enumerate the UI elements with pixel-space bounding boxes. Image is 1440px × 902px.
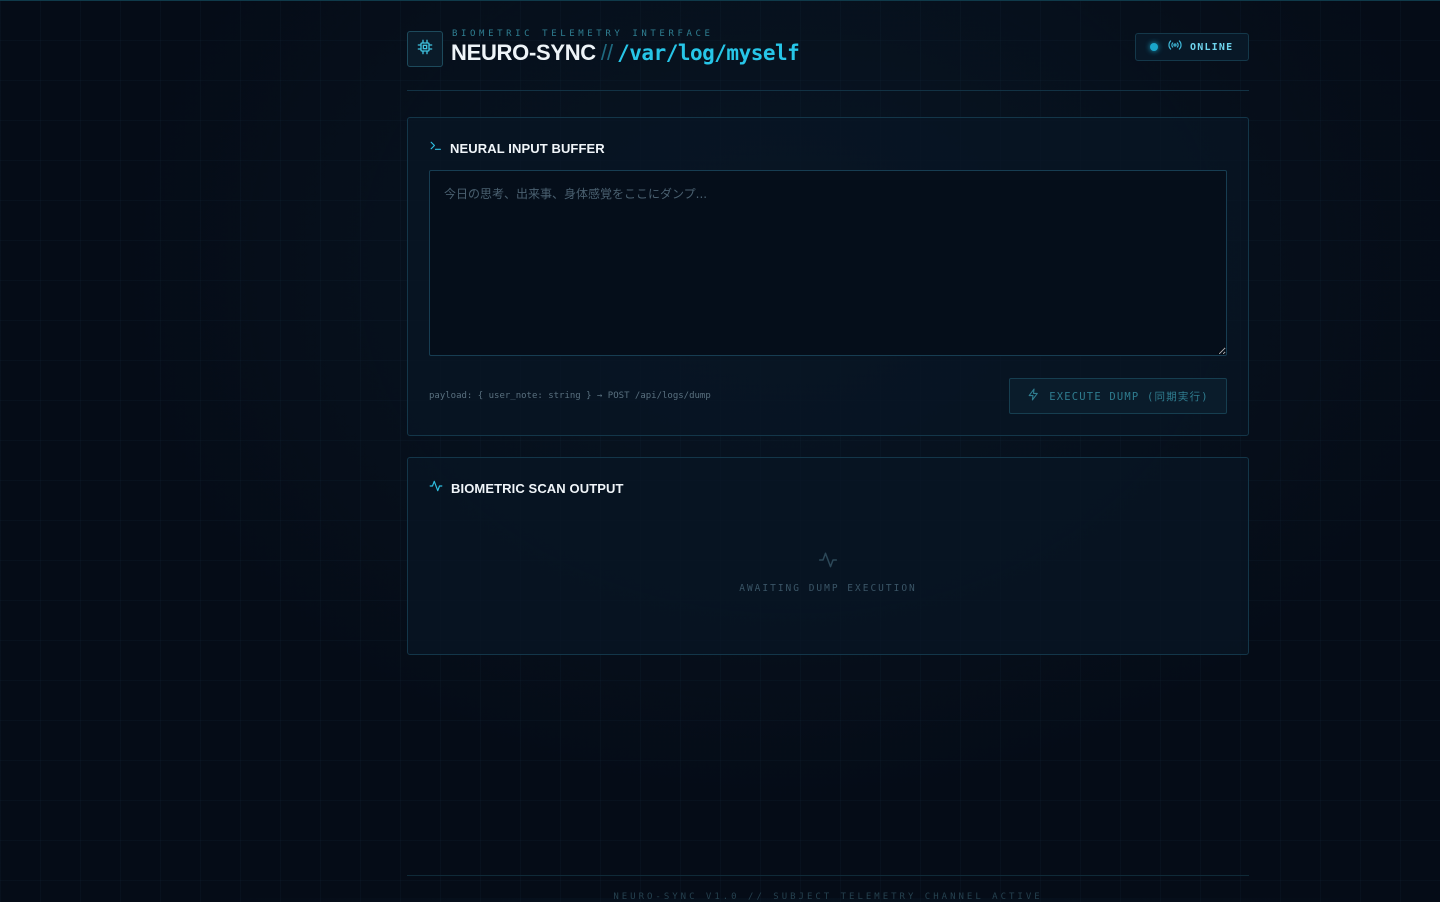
execute-dump-button[interactable]: EXECUTE DUMP (同期実行) bbox=[1009, 378, 1227, 414]
panel-title: NEURAL INPUT BUFFER bbox=[450, 140, 605, 156]
payload-hint: payload: { user_note: string } → POST /a… bbox=[429, 391, 711, 401]
app-title: NEURO-SYNC bbox=[451, 40, 596, 65]
radio-broadcast-icon bbox=[1168, 38, 1182, 56]
page-title: NEURO-SYNC // /var/log/myself bbox=[451, 40, 800, 66]
main-container: BIOMETRIC TELEMETRY INTERFACE NEURO-SYNC… bbox=[407, 0, 1249, 902]
footer-text: NEURO-SYNC V1.0 // SUBJECT TELEMETRY CHA… bbox=[613, 892, 1043, 902]
status-badge: ONLINE bbox=[1135, 33, 1249, 61]
status-label: ONLINE bbox=[1190, 41, 1234, 53]
empty-state-text: AWAITING DUMP EXECUTION bbox=[739, 583, 917, 594]
panel-header: NEURAL INPUT BUFFER bbox=[429, 139, 605, 157]
neural-input-panel: NEURAL INPUT BUFFER payload: { user_note… bbox=[407, 117, 1249, 436]
title-separator: // bbox=[600, 40, 614, 65]
status-indicator-dot bbox=[1150, 43, 1158, 51]
panel-title: BIOMETRIC SCAN OUTPUT bbox=[451, 481, 624, 496]
cpu-chip-icon bbox=[417, 39, 433, 60]
terminal-prompt-icon bbox=[429, 139, 442, 157]
page-footer: NEURO-SYNC V1.0 // SUBJECT TELEMETRY CHA… bbox=[407, 875, 1249, 902]
header-eyebrow: BIOMETRIC TELEMETRY INTERFACE bbox=[452, 29, 714, 39]
activity-pulse-icon bbox=[408, 550, 1248, 575]
biometric-output-panel: BIOMETRIC SCAN OUTPUT AWAITING DUMP EXEC… bbox=[407, 457, 1249, 655]
logo-badge bbox=[407, 31, 443, 67]
execute-dump-label: EXECUTE DUMP (同期実行) bbox=[1049, 390, 1209, 403]
title-path: /var/log/myself bbox=[617, 41, 800, 65]
panel-header: BIOMETRIC SCAN OUTPUT bbox=[429, 479, 624, 498]
app-header: BIOMETRIC TELEMETRY INTERFACE NEURO-SYNC… bbox=[407, 29, 1249, 91]
activity-pulse-icon bbox=[429, 479, 443, 498]
empty-state: AWAITING DUMP EXECUTION bbox=[408, 550, 1248, 594]
lightning-bolt-icon bbox=[1027, 388, 1040, 404]
neural-input-textarea[interactable] bbox=[429, 170, 1227, 356]
